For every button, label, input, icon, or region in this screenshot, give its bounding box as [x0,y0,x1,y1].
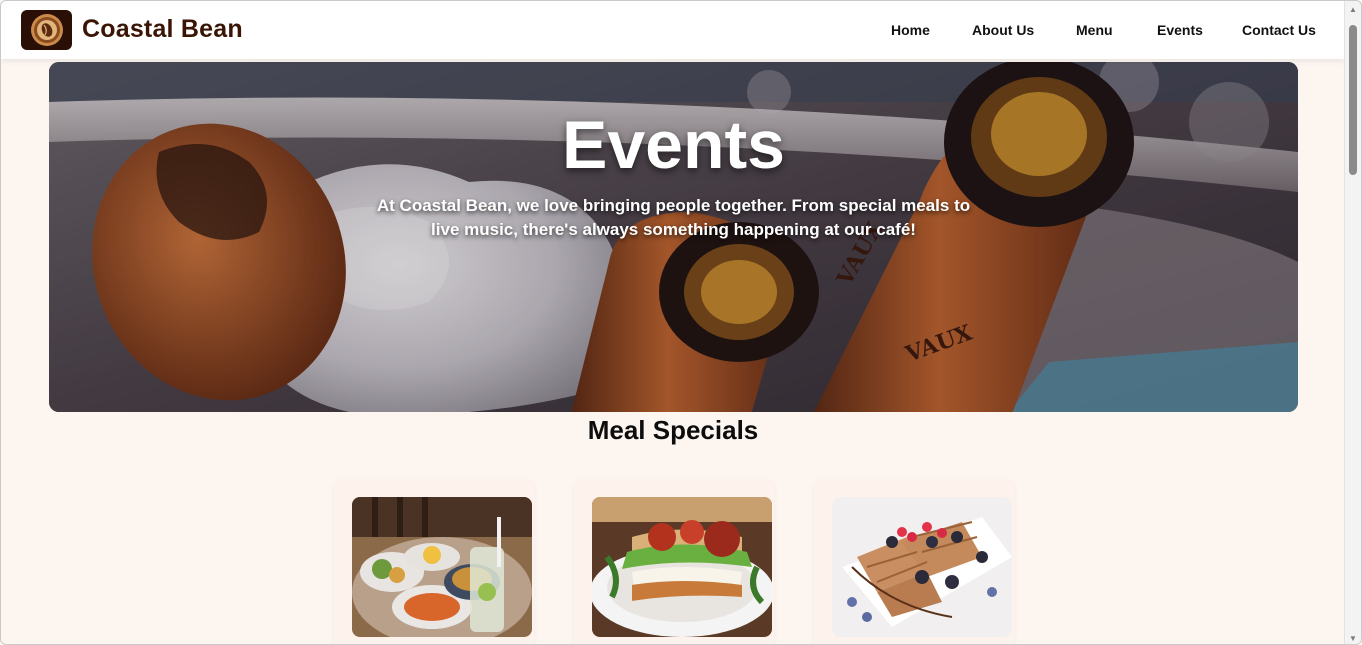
site-header: Coastal Bean Home About Us Menu Events C… [1,1,1345,59]
sandwich-plate-image [592,497,772,637]
nav-contact-us[interactable]: Contact Us [1242,22,1316,38]
scroll-down-arrow-icon[interactable]: ▼ [1345,630,1361,644]
waffles-with-berries-image [832,497,1012,637]
meal-card[interactable] [574,479,774,644]
brunch-platter-image [352,497,532,637]
scroll-up-arrow-icon[interactable]: ▲ [1345,1,1361,17]
main-nav: Home About Us Menu Events Contact Us [1,22,1345,42]
scroll-thumb[interactable] [1349,25,1357,175]
meal-card[interactable] [814,479,1014,644]
hero-title: Events [562,107,785,183]
nav-home[interactable]: Home [891,22,930,38]
page-scrollbar[interactable]: ▲ ▼ [1344,1,1361,644]
nav-about-us[interactable]: About Us [972,22,1034,38]
meal-specials-title: Meal Specials [587,415,759,445]
nav-menu[interactable]: Menu [1076,22,1113,38]
browser-viewport: Coastal Bean Home About Us Menu Events C… [0,0,1362,645]
meal-card[interactable] [334,479,534,644]
events-hero: VAUX VAUX Events At Coastal Bean, we lov… [49,62,1298,412]
hero-description: At Coastal Bean, we love bringing people… [376,196,971,239]
nav-events[interactable]: Events [1157,22,1203,38]
